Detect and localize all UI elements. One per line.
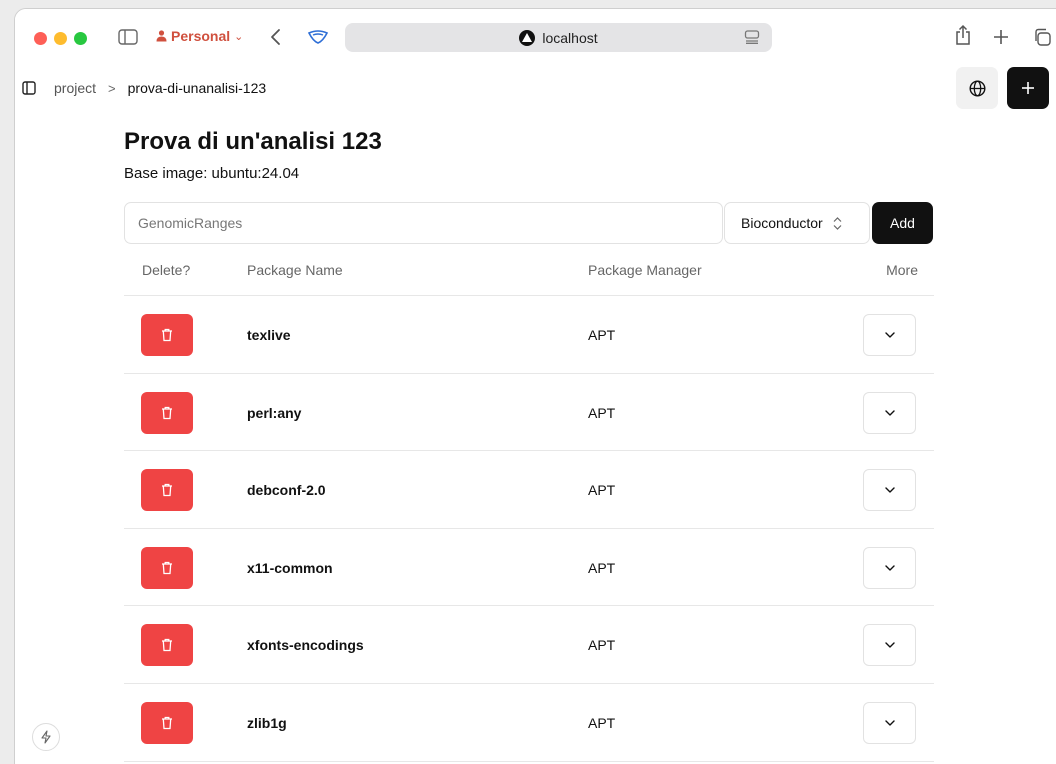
tab-overview-icon[interactable] bbox=[1033, 27, 1051, 47]
trash-icon bbox=[162, 716, 172, 730]
profile-menu[interactable]: Personal ⌄ bbox=[156, 28, 243, 44]
panel-toggle-icon[interactable] bbox=[22, 81, 36, 95]
delete-button[interactable] bbox=[141, 314, 193, 356]
lightning-icon bbox=[41, 730, 51, 744]
profile-label: Personal bbox=[171, 28, 231, 44]
chevron-down-icon bbox=[884, 565, 895, 571]
package-name: debconf-2.0 bbox=[247, 482, 326, 499]
site-logo-icon bbox=[519, 29, 536, 46]
more-button[interactable] bbox=[863, 546, 916, 589]
person-icon bbox=[156, 30, 167, 42]
trash-icon bbox=[162, 484, 172, 497]
header-more: More bbox=[886, 262, 918, 278]
trash-icon bbox=[162, 406, 172, 419]
reader-icon[interactable] bbox=[744, 30, 760, 47]
package-manager: APT bbox=[588, 637, 616, 654]
trash-icon bbox=[162, 561, 172, 574]
new-item-button[interactable] bbox=[1007, 67, 1049, 109]
back-icon[interactable] bbox=[270, 27, 282, 47]
table-row: x11-common APT bbox=[124, 529, 934, 607]
url-text: localhost bbox=[542, 29, 598, 46]
more-button[interactable] bbox=[863, 469, 916, 512]
new-tab-icon[interactable] bbox=[993, 27, 1009, 47]
more-button[interactable] bbox=[863, 391, 916, 434]
browser-toolbar: Personal ⌄ localhost bbox=[15, 9, 1056, 61]
chevron-down-icon bbox=[884, 409, 895, 416]
package-manager: APT bbox=[588, 482, 616, 499]
chevron-down-icon bbox=[884, 332, 895, 338]
package-name: zlib1g bbox=[247, 714, 287, 731]
table-row: zlib1g APT bbox=[124, 684, 934, 762]
header-package-manager: Package Manager bbox=[588, 262, 702, 278]
package-name: texlive bbox=[247, 327, 291, 343]
add-package-form: Bioconductor Add bbox=[124, 202, 934, 244]
trash-icon bbox=[162, 639, 172, 652]
selected-manager: Bioconductor bbox=[741, 215, 823, 231]
more-button[interactable] bbox=[863, 624, 916, 667]
chevron-down-icon bbox=[884, 642, 895, 649]
close-window-button[interactable] bbox=[34, 32, 47, 45]
globe-icon bbox=[968, 79, 986, 97]
delete-button[interactable] bbox=[141, 391, 193, 434]
package-manager-select[interactable]: Bioconductor bbox=[724, 202, 870, 244]
delete-button[interactable] bbox=[141, 469, 193, 512]
chevron-down-icon bbox=[884, 487, 895, 493]
base-image-label: Base image: ubuntu:24.04 bbox=[124, 165, 300, 182]
zoom-window-button[interactable] bbox=[74, 32, 87, 45]
package-name: perl:any bbox=[247, 404, 302, 421]
packages-table: Delete? Package Name Package Manager Mor… bbox=[124, 254, 934, 762]
main-content: Prova di un'analisi 123 Base image: ubun… bbox=[124, 128, 934, 762]
package-name-input[interactable] bbox=[124, 202, 723, 244]
dev-tools-button[interactable] bbox=[32, 723, 60, 751]
delete-button[interactable] bbox=[141, 701, 193, 744]
more-button[interactable] bbox=[863, 701, 916, 744]
share-icon[interactable] bbox=[955, 24, 971, 45]
add-package-button[interactable]: Add bbox=[872, 202, 933, 244]
table-row: perl:any APT bbox=[124, 374, 934, 452]
chevron-down-icon bbox=[884, 720, 895, 726]
table-header: Delete? Package Name Package Manager Mor… bbox=[124, 254, 934, 296]
more-button[interactable] bbox=[863, 314, 916, 356]
delete-button[interactable] bbox=[141, 546, 193, 589]
package-manager: APT bbox=[588, 327, 616, 343]
minimize-window-button[interactable] bbox=[54, 32, 67, 45]
breadcrumb-separator: > bbox=[108, 80, 116, 96]
breadcrumb-parent[interactable]: project bbox=[54, 80, 96, 96]
address-bar[interactable]: localhost bbox=[345, 23, 772, 52]
delete-button[interactable] bbox=[141, 624, 193, 667]
header-package-name: Package Name bbox=[247, 262, 343, 278]
table-row: xfonts-encodings APT bbox=[124, 606, 934, 684]
privacy-shield-icon[interactable] bbox=[307, 27, 329, 47]
package-manager: APT bbox=[588, 404, 616, 421]
page-title: Prova di un'analisi 123 bbox=[124, 128, 382, 155]
header-delete: Delete? bbox=[142, 262, 191, 278]
table-row: debconf-2.0 APT bbox=[124, 451, 934, 529]
package-manager: APT bbox=[588, 559, 616, 576]
language-button[interactable] bbox=[956, 67, 998, 109]
package-name: x11-common bbox=[247, 559, 333, 576]
chevron-down-icon: ⌄ bbox=[234, 30, 244, 43]
trash-icon bbox=[162, 328, 172, 342]
breadcrumb: project > prova-di-unanalisi-123 bbox=[22, 80, 266, 96]
table-row: texlive APT bbox=[124, 296, 934, 374]
package-manager: APT bbox=[588, 714, 616, 731]
chevron-up-down-icon bbox=[833, 216, 842, 230]
sidebar-toggle-icon[interactable] bbox=[118, 27, 138, 47]
plus-icon bbox=[1022, 82, 1034, 94]
package-name: xfonts-encodings bbox=[247, 637, 364, 654]
breadcrumb-current: prova-di-unanalisi-123 bbox=[127, 80, 267, 96]
